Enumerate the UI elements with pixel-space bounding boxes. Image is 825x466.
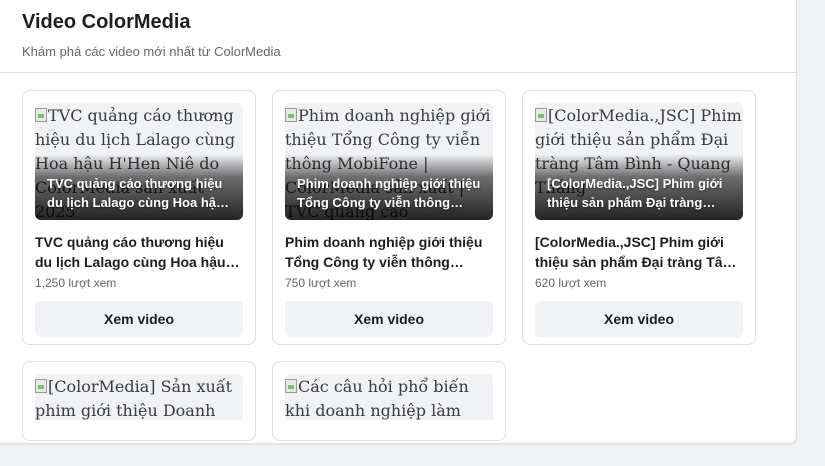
thumbnail-alt-text: Các câu hỏi phổ biến khi doanh nghiệp là… <box>285 375 493 420</box>
page-title: Video ColorMedia <box>22 11 191 33</box>
video-thumbnail[interactable]: [ColorMedia.,JSC] Phim giới thiệu sản ph… <box>535 103 743 220</box>
broken-image-icon <box>35 379 47 393</box>
panel-header: Video ColorMedia Khám phá các video mới … <box>0 0 796 73</box>
overlay-title: [ColorMedia.,JSC] Phim giới thiệu sản ph… <box>547 176 723 210</box>
video-card: Phim doanh nghiệp giới thiệu Tổng Công t… <box>272 90 506 345</box>
video-card: [ColorMedia.,JSC] Phim giới thiệu sản ph… <box>522 90 756 345</box>
video-card: [ColorMedia] Sản xuất phim giới thiệu Do… <box>22 361 256 441</box>
watch-video-button[interactable]: Xem video <box>35 301 243 337</box>
video-thumbnail[interactable]: [ColorMedia] Sản xuất phim giới thiệu Do… <box>35 374 243 420</box>
broken-image-icon <box>35 108 47 122</box>
video-thumbnail[interactable]: Phim doanh nghiệp giới thiệu Tổng Công t… <box>285 103 493 220</box>
watch-video-button[interactable]: Xem video <box>285 301 493 337</box>
thumbnail-alt-label: Các câu hỏi phổ biến khi doanh nghiệp là… <box>285 377 469 420</box>
video-grid: TVC quảng cáo thương hiệu du lịch Lalago… <box>22 90 762 441</box>
thumbnail-overlay: TVC quảng cáo thương hiệu du lịch Lalago… <box>35 154 243 220</box>
video-thumbnail[interactable]: Các câu hỏi phổ biến khi doanh nghiệp là… <box>285 374 493 420</box>
thumbnail-alt-label: [ColorMedia] Sản xuất phim giới thiệu Do… <box>35 377 233 420</box>
video-title[interactable]: [ColorMedia.,JSC] Phim giới thiệu sản ph… <box>535 232 743 272</box>
video-title[interactable]: TVC quảng cáo thương hiệu du lịch Lalago… <box>35 232 243 272</box>
video-panel: Video ColorMedia Khám phá các video mới … <box>0 0 797 444</box>
video-title[interactable]: Phim doanh nghiệp giới thiệu Tổng Công t… <box>285 232 493 272</box>
page-subtitle: Khám phá các video mới nhất từ ColorMedi… <box>22 44 281 59</box>
watch-video-button[interactable]: Xem video <box>535 301 743 337</box>
overlay-title: TVC quảng cáo thương hiệu du lịch Lalago… <box>47 176 224 210</box>
video-thumbnail[interactable]: TVC quảng cáo thương hiệu du lịch Lalago… <box>35 103 243 220</box>
overlay-title: Phim doanh nghiệp giới thiệu Tổng Công t… <box>297 176 481 210</box>
broken-image-icon <box>285 379 297 393</box>
video-card: TVC quảng cáo thương hiệu du lịch Lalago… <box>22 90 256 345</box>
broken-image-icon <box>285 108 297 122</box>
view-count: 750 lượt xem <box>285 276 357 290</box>
broken-image-icon <box>535 108 547 122</box>
thumbnail-overlay: [ColorMedia.,JSC] Phim giới thiệu sản ph… <box>535 154 743 220</box>
video-card: Các câu hỏi phổ biến khi doanh nghiệp là… <box>272 361 506 441</box>
thumbnail-overlay: Phim doanh nghiệp giới thiệu Tổng Công t… <box>285 154 493 220</box>
thumbnail-alt-text: [ColorMedia] Sản xuất phim giới thiệu Do… <box>35 375 243 420</box>
view-count: 620 lượt xem <box>535 276 607 290</box>
view-count: 1,250 lượt xem <box>35 276 117 290</box>
